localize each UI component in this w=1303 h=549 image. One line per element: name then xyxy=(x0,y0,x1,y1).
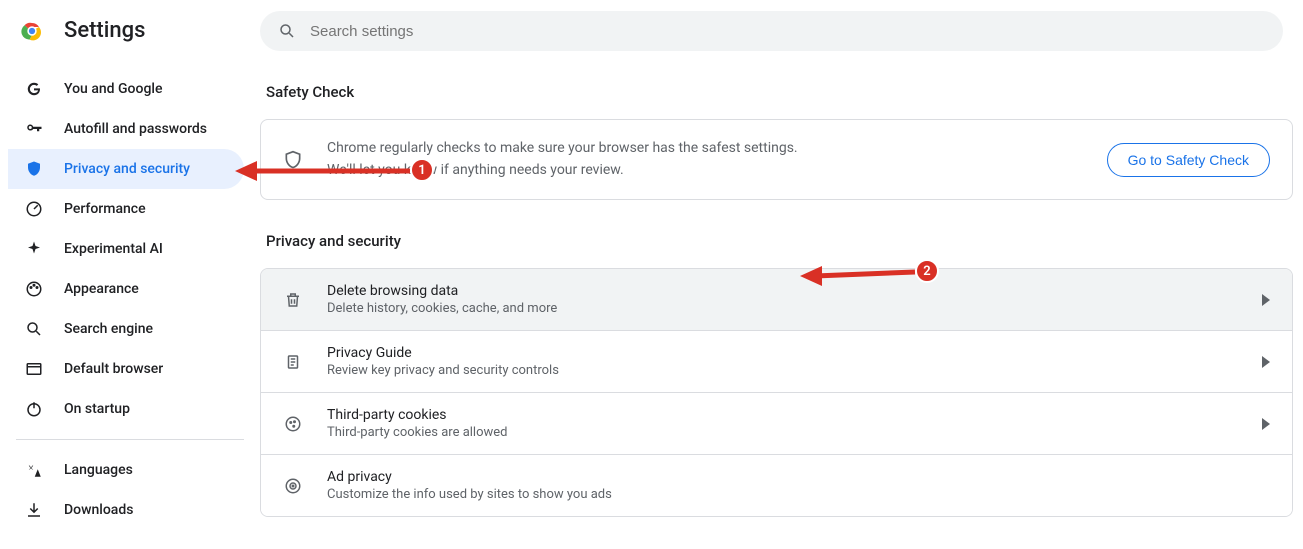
main-content: Safety Check Chrome regularly checks to … xyxy=(260,51,1303,549)
sidebar-item-label: Search engine xyxy=(64,321,153,337)
palette-icon xyxy=(24,279,44,299)
safety-check-text: Chrome regularly checks to make sure you… xyxy=(327,138,1083,181)
browser-icon xyxy=(24,359,44,379)
chevron-right-icon xyxy=(1262,356,1270,368)
page-title: Settings xyxy=(64,18,145,43)
trash-icon xyxy=(283,290,303,310)
sidebar-item-label: Appearance xyxy=(64,281,139,297)
privacy-security-heading: Privacy and security xyxy=(266,232,1293,250)
row-subtitle: Third-party cookies are allowed xyxy=(327,425,1238,440)
row-subtitle: Customize the info used by sites to show… xyxy=(327,487,1270,502)
privacy-list-card: Delete browsing data Delete history, coo… xyxy=(260,268,1293,517)
sidebar-item-you-and-google[interactable]: You and Google xyxy=(8,69,244,109)
sparkle-icon xyxy=(24,239,44,259)
row-third-party-cookies[interactable]: Third-party cookies Third-party cookies … xyxy=(261,393,1292,455)
chrome-logo-icon xyxy=(20,19,44,43)
sidebar-item-label: On startup xyxy=(64,401,130,417)
sidebar-item-autofill[interactable]: Autofill and passwords xyxy=(8,109,244,149)
sidebar-item-languages[interactable]: Languages xyxy=(8,450,244,490)
search-icon xyxy=(278,22,296,40)
sidebar-item-label: Performance xyxy=(64,201,146,217)
sidebar-item-default-browser[interactable]: Default browser xyxy=(8,349,244,389)
sidebar-item-label: Experimental AI xyxy=(64,241,163,257)
safety-line2: We'll let you know if anything needs you… xyxy=(327,160,1083,182)
sidebar-item-on-startup[interactable]: On startup xyxy=(8,389,244,429)
google-g-icon xyxy=(24,79,44,99)
sidebar-item-search-engine[interactable]: Search engine xyxy=(8,309,244,349)
sidebar-divider xyxy=(16,439,244,440)
safety-check-card: Chrome regularly checks to make sure you… xyxy=(260,119,1293,200)
sidebar-item-appearance[interactable]: Appearance xyxy=(8,269,244,309)
cookie-icon xyxy=(283,414,303,434)
row-delete-browsing-data[interactable]: Delete browsing data Delete history, coo… xyxy=(261,269,1292,331)
search-input[interactable] xyxy=(310,23,1265,40)
sidebar-item-privacy-security[interactable]: Privacy and security xyxy=(8,149,244,189)
sidebar-item-label: Default browser xyxy=(64,361,163,377)
row-privacy-guide[interactable]: Privacy Guide Review key privacy and sec… xyxy=(261,331,1292,393)
sidebar: You and Google Autofill and passwords Pr… xyxy=(0,51,260,549)
speedometer-icon xyxy=(24,199,44,219)
key-icon xyxy=(24,119,44,139)
search-bar[interactable] xyxy=(260,11,1283,51)
chevron-right-icon xyxy=(1262,418,1270,430)
power-icon xyxy=(24,399,44,419)
sidebar-item-performance[interactable]: Performance xyxy=(8,189,244,229)
row-title: Privacy Guide xyxy=(327,345,1238,361)
sidebar-item-experimental-ai[interactable]: Experimental AI xyxy=(8,229,244,269)
shield-icon xyxy=(283,150,303,170)
search-icon xyxy=(24,319,44,339)
sidebar-item-label: Languages xyxy=(64,462,133,478)
row-ad-privacy[interactable]: Ad privacy Customize the info used by si… xyxy=(261,455,1292,516)
translate-icon xyxy=(24,460,44,480)
row-subtitle: Delete history, cookies, cache, and more xyxy=(327,301,1238,316)
download-icon xyxy=(24,500,44,520)
sidebar-item-label: Downloads xyxy=(64,502,133,518)
go-to-safety-check-button[interactable]: Go to Safety Check xyxy=(1107,143,1270,177)
row-title: Third-party cookies xyxy=(327,407,1238,423)
safety-line1: Chrome regularly checks to make sure you… xyxy=(327,138,1083,160)
guide-icon xyxy=(283,352,303,372)
row-title: Delete browsing data xyxy=(327,283,1238,299)
sidebar-item-downloads[interactable]: Downloads xyxy=(8,490,244,530)
sidebar-item-label: Autofill and passwords xyxy=(64,121,207,137)
sidebar-item-label: Privacy and security xyxy=(64,161,190,177)
safety-check-heading: Safety Check xyxy=(266,83,1293,101)
ad-privacy-icon xyxy=(283,476,303,496)
row-title: Ad privacy xyxy=(327,469,1270,485)
row-subtitle: Review key privacy and security controls xyxy=(327,363,1238,378)
chevron-right-icon xyxy=(1262,294,1270,306)
shield-icon xyxy=(24,159,44,179)
sidebar-item-label: You and Google xyxy=(64,81,162,97)
